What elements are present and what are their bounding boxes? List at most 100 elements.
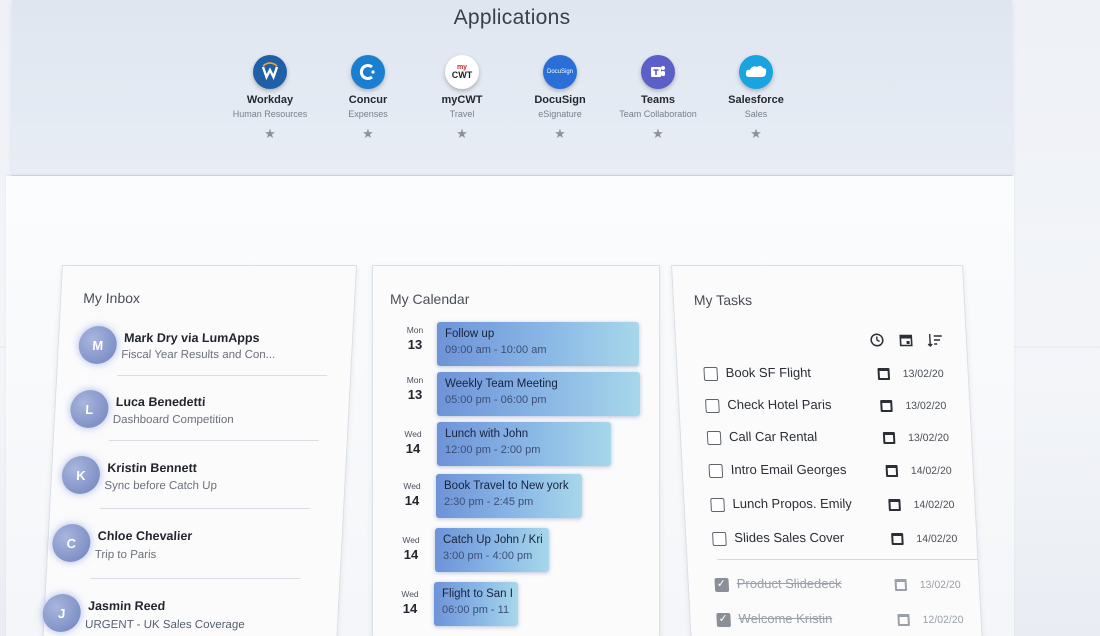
day-of-week: Wed	[403, 481, 421, 491]
app-subtitle: Human Resources	[232, 109, 308, 119]
task-label: Book SF Flight	[725, 365, 812, 380]
task-row[interactable]: Lunch Propos. Emily 14/02/20	[704, 495, 955, 517]
event-title: Flight to San I	[442, 588, 513, 600]
avatar: C	[51, 524, 92, 562]
completed-divider	[717, 559, 978, 560]
task-row-completed[interactable]: Welcome Kristin 12/02/20	[710, 610, 964, 632]
favorite-star-icon[interactable]: ★	[603, 126, 713, 142]
task-date: 14/02/20	[913, 499, 955, 511]
day-of-week: Wed	[402, 535, 420, 545]
task-date: 13/02/20	[919, 579, 962, 591]
inbox-preview: Trip to Paris	[94, 549, 157, 561]
event-time: 3:00 pm - 4:00 pm	[443, 550, 533, 562]
avatar: K	[60, 456, 101, 494]
calendar-card: My Calendar Mon 13 Follow up 09:00 am - …	[372, 265, 660, 636]
salesforce-icon	[739, 55, 773, 89]
docusign-icon: DocuSign	[543, 55, 577, 89]
task-checkbox-checked[interactable]	[714, 578, 730, 592]
calendar-icon	[888, 499, 901, 511]
app-salesforce[interactable]: Salesforce Sales ★	[701, 55, 811, 142]
favorite-star-icon[interactable]: ★	[407, 126, 517, 142]
inbox-title: My Inbox	[82, 290, 141, 306]
task-checkbox[interactable]	[706, 431, 722, 445]
teams-icon	[641, 55, 675, 89]
clock-icon[interactable]	[869, 332, 886, 348]
task-row[interactable]: Slides Sales Cover 14/02/20	[706, 529, 958, 551]
app-teams[interactable]: Teams Team Collaboration ★	[603, 55, 713, 142]
task-row[interactable]: Intro Email Georges 14/02/20	[702, 461, 953, 483]
calendar-event[interactable]: Book Travel to New york 2:30 pm - 2:45 p…	[436, 474, 582, 518]
task-label: Welcome Kristin	[738, 611, 833, 626]
day-of-week: Wed	[404, 429, 422, 439]
calendar-icon	[894, 579, 908, 591]
inbox-item[interactable]: K Kristin Bennett Sync before Catch Up	[60, 456, 318, 509]
favorite-star-icon[interactable]: ★	[505, 126, 615, 142]
inbox-sender: Chloe Chevalier	[97, 529, 193, 543]
event-time: 06:00 pm - 11	[442, 604, 510, 616]
task-row[interactable]: Book SF Flight 13/02/20	[697, 364, 948, 386]
app-docusign[interactable]: DocuSign DocuSign eSignature ★	[505, 55, 615, 142]
event-time: 05:00 pm - 06:00 pm	[445, 394, 547, 406]
app-subtitle: Team Collaboration	[619, 109, 697, 119]
inbox-item[interactable]: J Jasmin Reed URGENT - UK Sales Coverage	[41, 594, 299, 636]
avatar: M	[77, 326, 118, 364]
task-checkbox[interactable]	[705, 399, 720, 413]
favorite-star-icon[interactable]: ★	[701, 126, 811, 142]
inbox-sender: Luca Benedetti	[115, 395, 206, 409]
app-subtitle: Sales	[744, 109, 768, 119]
favorite-star-icon[interactable]: ★	[215, 126, 325, 142]
calendar-icon	[880, 400, 893, 412]
calendar-date: Wed 14	[393, 589, 427, 616]
day-number: 14	[403, 547, 419, 562]
task-label: Intro Email Georges	[730, 462, 847, 477]
day-of-week: Mon	[406, 325, 424, 335]
task-checkbox-checked[interactable]	[716, 613, 732, 627]
event-title: Lunch with John	[445, 428, 529, 440]
calendar-icon	[891, 533, 904, 545]
task-checkbox[interactable]	[708, 464, 724, 478]
applications-title: Applications	[453, 6, 571, 29]
calendar-icon[interactable]	[898, 332, 915, 348]
calendar-event[interactable]: Lunch with John 12:00 pm - 2:00 pm	[437, 422, 611, 466]
calendar-date: Mon 13	[398, 375, 432, 402]
divider	[108, 440, 319, 441]
inbox-item[interactable]: L Luca Benedetti Dashboard Competition	[69, 390, 327, 441]
calendar-event[interactable]: Catch Up John / Kri 3:00 pm - 4:00 pm	[435, 528, 549, 572]
task-checkbox[interactable]	[712, 532, 727, 546]
inbox-sender: Mark Dry via LumApps	[123, 331, 260, 345]
day-number: 13	[407, 387, 423, 402]
task-date: 12/02/20	[922, 614, 964, 626]
task-row[interactable]: Check Hotel Paris 13/02/20	[699, 396, 950, 418]
calendar-event[interactable]: Flight to San I 06:00 pm - 11	[434, 582, 518, 626]
task-row[interactable]: Call Car Rental 13/02/20	[701, 428, 952, 450]
day-number: 14	[402, 601, 418, 616]
task-label: Slides Sales Cover	[733, 530, 845, 545]
calendar-icon	[882, 432, 896, 444]
day-number: 14	[404, 493, 420, 508]
day-of-week: Wed	[401, 589, 419, 599]
sort-icon[interactable]	[927, 332, 944, 348]
task-date: 13/02/20	[907, 432, 950, 444]
inbox-item[interactable]: M Mark Dry via LumApps Fiscal Year Resul…	[77, 326, 335, 376]
calendar-event[interactable]: Weekly Team Meeting 05:00 pm - 06:00 pm	[437, 372, 640, 416]
calendar-icon	[877, 368, 891, 380]
day-of-week: Mon	[406, 375, 424, 385]
calendar-icon	[885, 465, 899, 477]
app-workday[interactable]: Workday Human Resources ★	[215, 55, 325, 142]
task-checkbox[interactable]	[710, 498, 725, 512]
concur-icon	[351, 55, 385, 89]
inbox-card: My Inbox M Mark Dry via LumApps Fiscal Y…	[41, 265, 357, 636]
applications-panel: Applications Workday Human Resources ★ C…	[12, 0, 1012, 176]
inbox-item[interactable]: C Chloe Chevalier Trip to Paris	[51, 524, 309, 579]
avatar: J	[41, 594, 82, 632]
event-time: 09:00 am - 10:00 am	[445, 344, 547, 356]
task-row-completed[interactable]: Product Slidedeck 13/02/20	[708, 575, 962, 597]
task-checkbox[interactable]	[703, 367, 719, 381]
task-date: 14/02/20	[916, 533, 958, 545]
calendar-date: Wed 14	[395, 481, 429, 508]
app-name: myCWT	[441, 94, 483, 106]
calendar-event[interactable]: Follow up 09:00 am - 10:00 am	[437, 322, 639, 366]
app-mycwt[interactable]: my CWT myCWT Travel ★	[407, 55, 517, 142]
event-time: 12:00 pm - 2:00 pm	[445, 444, 541, 456]
task-date: 13/02/20	[902, 368, 944, 380]
